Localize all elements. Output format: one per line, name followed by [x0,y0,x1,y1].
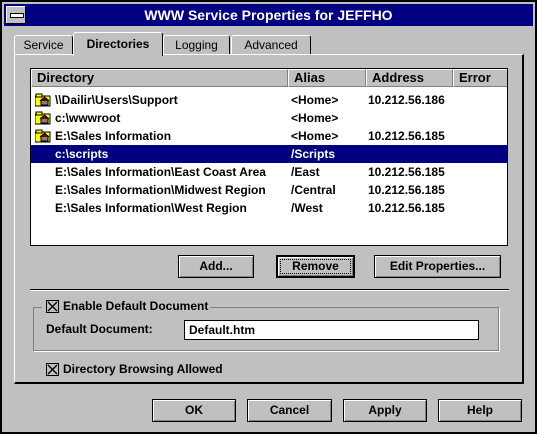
directory-browsing-label[interactable]: Directory Browsing Allowed [63,362,223,376]
directory-address: 10.212.56.185 [368,129,445,143]
directory-address: 10.212.56.185 [368,201,445,215]
tab-advanced[interactable]: Advanced [231,35,311,55]
home-folder-icon [35,93,51,107]
list-header: Directory Alias Address Error [31,69,507,87]
separator-line [30,289,509,291]
directory-row[interactable]: c:\wwwroot <Home> [31,109,507,127]
directory-alias: <Home> [291,111,339,125]
apply-button[interactable]: Apply [343,399,427,422]
directory-path: c:\scripts [55,147,109,161]
directory-alias: /Central [291,183,336,197]
ok-button[interactable]: OK [152,399,236,422]
column-header-alias[interactable]: Alias [288,69,366,87]
title-bar[interactable]: WWW Service Properties for JEFFHO [4,4,533,26]
directory-path: \\Dailir\Users\Support [55,93,178,107]
directory-row[interactable]: E:\Sales Information <Home> 10.212.56.18… [31,127,507,145]
directory-address: 10.212.56.186 [368,93,445,107]
directory-address: 10.212.56.185 [368,165,445,179]
directory-address: 10.212.56.185 [368,183,445,197]
directory-path: c:\wwwroot [55,111,121,125]
tab-directories[interactable]: Directories [73,32,163,56]
directory-path: E:\Sales Information\Midwest Region [55,183,266,197]
check-mark-icon [47,364,58,375]
directory-row[interactable]: E:\Sales Information\Midwest Region /Cen… [31,181,507,199]
check-mark-icon [47,301,58,312]
remove-button[interactable]: Remove [276,255,355,278]
column-header-error[interactable]: Error [453,69,507,87]
directory-alias: /West [291,201,323,215]
tab-logging[interactable]: Logging [163,35,230,55]
help-button[interactable]: Help [438,399,522,422]
default-document-input[interactable]: Default.htm [184,320,479,340]
directory-path: E:\Sales Information\East Coast Area [55,165,266,179]
column-header-address[interactable]: Address [366,69,453,87]
directory-row[interactable]: E:\Sales Information\West Region /West 1… [31,199,507,217]
directory-browsing-checkbox[interactable] [46,363,59,376]
enable-default-document-label[interactable]: Enable Default Document [63,299,208,313]
home-folder-icon [35,129,51,143]
enable-default-document-checkbox[interactable] [46,300,59,313]
add-button[interactable]: Add... [178,255,254,278]
window-title: WWW Service Properties for JEFFHO [144,7,393,23]
directory-row[interactable]: E:\Sales Information\East Coast Area /Ea… [31,163,507,181]
home-folder-icon [35,111,51,125]
directory-alias: /East [291,165,320,179]
directory-alias: /Scripts [291,147,336,161]
default-document-field-label: Default Document: [46,322,153,336]
directory-alias: <Home> [291,129,339,143]
cancel-button[interactable]: Cancel [247,399,332,422]
directory-listview[interactable]: Directory Alias Address Error \\Dailir\U… [30,68,508,246]
directory-path: E:\Sales Information [55,129,172,143]
directory-path: E:\Sales Information\West Region [55,201,247,215]
tab-service[interactable]: Service [14,35,73,55]
directory-alias: <Home> [291,93,339,107]
directory-row[interactable]: \\Dailir\Users\Support <Home> 10.212.56.… [31,91,507,109]
edit-properties-button[interactable]: Edit Properties... [374,255,501,278]
directory-row-selected[interactable]: c:\scripts /Scripts [31,145,507,163]
column-header-directory[interactable]: Directory [31,69,288,87]
